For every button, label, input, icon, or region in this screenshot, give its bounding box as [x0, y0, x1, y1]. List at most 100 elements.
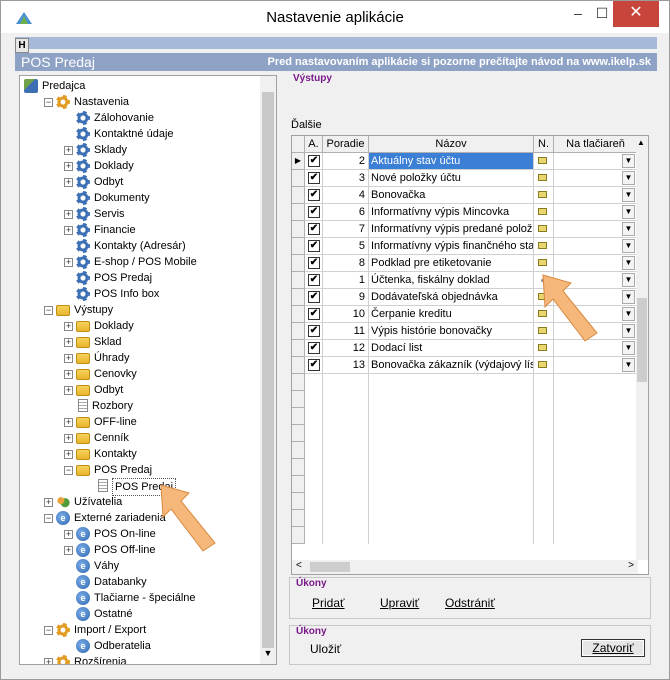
table-row[interactable]: ✔ 5 Informatívny výpis finančného sta ▼	[292, 238, 638, 255]
active-cell[interactable]: ✔	[305, 204, 323, 221]
active-checkbox[interactable]: ✔	[308, 206, 320, 218]
printer-cell[interactable]: ▼	[554, 221, 638, 238]
table-row[interactable]: ✔ 13 Bonovačka zákazník (výdajový lís ▼	[292, 357, 638, 374]
scroll-right-icon[interactable]: >	[628, 560, 634, 571]
chevron-down-icon[interactable]: ▼	[622, 205, 635, 219]
table-row[interactable]: ✔ 4 Bonovačka ▼	[292, 187, 638, 204]
col-header-poradie[interactable]: Poradie	[323, 136, 369, 153]
expand-icon[interactable]: +	[64, 385, 73, 395]
tree-item[interactable]: + e POS On-line	[64, 526, 156, 542]
collapse-icon[interactable]: −	[44, 97, 53, 107]
tree-item[interactable]: Kontaktné údaje	[64, 126, 174, 142]
tree-item[interactable]: + Cenovky	[64, 366, 137, 382]
active-cell[interactable]: ✔	[305, 153, 323, 170]
active-checkbox[interactable]: ✔	[308, 172, 320, 184]
tree-item[interactable]: + Sklady	[64, 142, 127, 158]
active-cell[interactable]: ✔	[305, 221, 323, 238]
nazov-cell[interactable]: Informatívny výpis Mincovka	[369, 204, 534, 221]
scroll-down-icon[interactable]: ▼	[262, 648, 274, 662]
active-cell[interactable]: ✔	[305, 289, 323, 306]
active-checkbox[interactable]: ✔	[308, 291, 320, 303]
collapse-icon[interactable]: −	[44, 513, 53, 523]
scroll-up-icon[interactable]: ▲	[637, 138, 645, 147]
active-checkbox[interactable]: ✔	[308, 342, 320, 354]
expand-icon[interactable]: +	[64, 177, 73, 187]
settings-tree[interactable]: Predajca − Nastavenia Zálohovanie Kontaktné …	[19, 75, 277, 665]
poradie-cell[interactable]: 13	[323, 357, 369, 374]
tree-item[interactable]: + Servis	[64, 206, 125, 222]
tree-scrollbar[interactable]: ▼	[260, 76, 276, 664]
tree-item[interactable]: + Kontakty	[64, 446, 137, 462]
tree-item[interactable]: Kontakty (Adresár)	[64, 238, 186, 254]
n-cell[interactable]	[534, 221, 554, 238]
active-cell[interactable]: ✔	[305, 357, 323, 374]
expand-icon[interactable]: +	[44, 497, 53, 507]
h-button[interactable]: H	[15, 38, 29, 53]
n-cell[interactable]	[534, 272, 554, 289]
poradie-cell[interactable]: 7	[323, 221, 369, 238]
poradie-cell[interactable]: 6	[323, 204, 369, 221]
expand-icon[interactable]: +	[44, 657, 53, 664]
active-cell[interactable]: ✔	[305, 187, 323, 204]
expand-icon[interactable]: +	[64, 257, 73, 267]
collapse-icon[interactable]: −	[44, 625, 53, 635]
grid-vertical-thumb[interactable]	[637, 298, 647, 382]
expand-icon[interactable]: +	[64, 353, 73, 363]
chevron-down-icon[interactable]: ▼	[622, 324, 635, 338]
tree-item[interactable]: − POS Predaj	[64, 462, 152, 478]
active-cell[interactable]: ✔	[305, 238, 323, 255]
tree-item[interactable]: + Sklad	[64, 334, 122, 350]
poradie-cell[interactable]: 1	[323, 272, 369, 289]
outputs-grid[interactable]: A. Poradie Názov N. Na tlačiareň ▶ ✔ 2 Aktu…	[291, 135, 649, 575]
poradie-cell[interactable]: 10	[323, 306, 369, 323]
n-cell[interactable]	[534, 255, 554, 272]
active-checkbox[interactable]: ✔	[308, 359, 320, 371]
tree-scroll-thumb[interactable]	[262, 92, 274, 648]
expand-icon[interactable]: +	[64, 529, 73, 539]
scroll-left-icon[interactable]: <	[296, 560, 302, 571]
printer-cell[interactable]: ▼	[554, 187, 638, 204]
tree-item[interactable]: POS Predaj	[64, 270, 152, 286]
n-cell[interactable]	[534, 187, 554, 204]
n-cell[interactable]	[534, 306, 554, 323]
chevron-down-icon[interactable]: ▼	[622, 358, 635, 372]
tree-item[interactable]: POS Predaj	[84, 478, 177, 496]
printer-cell[interactable]: ▼	[554, 204, 638, 221]
n-cell[interactable]	[534, 357, 554, 374]
chevron-down-icon[interactable]: ▼	[622, 154, 635, 168]
close-button[interactable]: ✕	[613, 1, 659, 27]
active-checkbox[interactable]: ✔	[308, 274, 320, 286]
expand-icon[interactable]: +	[64, 225, 73, 235]
nazov-cell[interactable]: Nové položky účtu	[369, 170, 534, 187]
active-checkbox[interactable]: ✔	[308, 189, 320, 201]
tree-item[interactable]: POS Info box	[64, 286, 159, 302]
nazov-cell[interactable]: Výpis histórie bonovačky	[369, 323, 534, 340]
table-row[interactable]: ✔ 1 Účtenka, fiskálny doklad ▼	[292, 272, 638, 289]
nazov-cell[interactable]: Aktuálny stav účtu	[369, 153, 534, 170]
active-cell[interactable]: ✔	[305, 170, 323, 187]
tree-item[interactable]: Dokumenty	[64, 190, 150, 206]
tree-item[interactable]: + Odbyt	[64, 174, 123, 190]
chevron-down-icon[interactable]: ▼	[622, 307, 635, 321]
poradie-cell[interactable]: 9	[323, 289, 369, 306]
col-header-printer[interactable]: Na tlačiareň	[554, 136, 638, 153]
col-header-n[interactable]: N.	[534, 136, 554, 153]
n-cell[interactable]	[534, 289, 554, 306]
table-row[interactable]: ✔ 12 Dodací list ▼	[292, 340, 638, 357]
collapse-icon[interactable]: −	[64, 465, 73, 475]
table-row[interactable]: ✔ 6 Informatívny výpis Mincovka ▼	[292, 204, 638, 221]
collapse-icon[interactable]: −	[44, 305, 53, 315]
col-header-active[interactable]: A.	[305, 136, 323, 153]
save-button[interactable]: Uložiť	[310, 642, 341, 656]
expand-icon[interactable]: +	[64, 145, 73, 155]
printer-cell[interactable]: ▼	[554, 170, 638, 187]
nazov-cell[interactable]: Čerpanie kreditu	[369, 306, 534, 323]
tree-item[interactable]: Zálohovanie	[64, 110, 154, 126]
nazov-cell[interactable]: Bonovačka zákazník (výdajový lís	[369, 357, 534, 374]
expand-icon[interactable]: +	[64, 321, 73, 331]
chevron-down-icon[interactable]: ▼	[622, 239, 635, 253]
chevron-down-icon[interactable]: ▼	[622, 273, 635, 287]
tree-item[interactable]: + Rozšírenia	[44, 654, 127, 664]
active-cell[interactable]: ✔	[305, 323, 323, 340]
grid-horizontal-thumb[interactable]	[310, 562, 350, 572]
